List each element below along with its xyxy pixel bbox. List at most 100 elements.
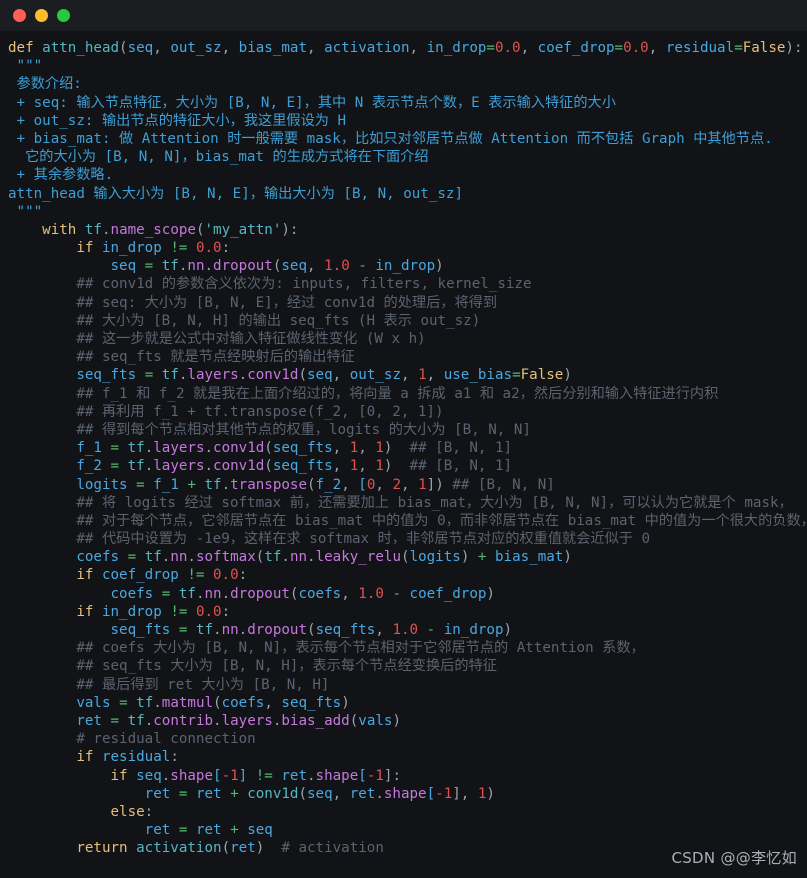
- code-token: +: [230, 785, 248, 802]
- code-token: ): [341, 694, 350, 711]
- code-token: -: [426, 622, 444, 638]
- code-token: [: [358, 767, 367, 784]
- code-token: ],: [452, 785, 478, 802]
- code-token: # activation: [264, 840, 384, 857]
- code-token: .: [375, 785, 384, 802]
- code-token: nn: [289, 549, 308, 566]
- code-token: conv1d: [247, 785, 299, 802]
- code-line: 参数介绍:: [0, 75, 807, 93]
- code-token: if: [76, 603, 102, 620]
- code-token: ret: [195, 822, 231, 839]
- code-line: if in_drop != 0.0:: [0, 239, 807, 257]
- code-line: # residual connection: [0, 730, 807, 748]
- code-token: use_bias: [443, 367, 513, 384]
- maximize-window-button[interactable]: [57, 9, 70, 22]
- code-token: seq: [127, 40, 154, 56]
- code-token: layers: [153, 440, 205, 457]
- code-token: ,: [341, 585, 359, 602]
- code-token: !=: [170, 240, 196, 257]
- code-line: + seq: 输入节点特征，大小为 [B, N, E]，其中 N 表示节点个数，…: [0, 94, 807, 112]
- code-token: seq: [136, 767, 162, 784]
- code-content-area[interactable]: def attn_head(seq, out_sz, bias_mat, act…: [0, 31, 807, 878]
- code-token: if: [76, 240, 102, 257]
- close-window-button[interactable]: [13, 9, 26, 22]
- code-line: if seq.shape[-1] != ret.shape[-1]:: [0, 767, 807, 785]
- code-token: .: [161, 767, 171, 784]
- code-token: in_drop: [426, 40, 487, 56]
- code-token: -: [392, 585, 410, 602]
- code-token: 1.0: [392, 622, 427, 638]
- code-line: f_2 = tf.layers.conv1d(seq_fts, 1, 1) ##…: [0, 457, 807, 475]
- code-token: ,: [648, 40, 666, 56]
- code-line: ## seq: 大小为 [B, N, E]，经过 conv1d 的处理后，将得到: [0, 294, 807, 312]
- code-token: activation: [324, 40, 410, 56]
- code-token: ,: [332, 367, 350, 384]
- code-token: else: [110, 803, 145, 820]
- code-token: .: [187, 549, 196, 566]
- code-token: tf: [204, 476, 222, 493]
- code-line: ret = ret + conv1d(seq, ret.shape[-1], 1…: [0, 785, 807, 803]
- code-token: f_1: [76, 440, 111, 457]
- minimize-window-button[interactable]: [35, 9, 48, 22]
- code-line: ## coefs 大小为 [B, N, N]，表示每个节点相对于它邻居节点的 A…: [0, 639, 807, 657]
- code-token: ):: [785, 40, 803, 56]
- code-token: =: [110, 458, 128, 475]
- code-line: ## 这一步就是公式中对输入特征做线性变化 (W x h): [0, 330, 807, 348]
- code-token: seq_fts: [76, 367, 145, 384]
- code-token: coef_drop: [537, 40, 615, 56]
- code-token: logits: [76, 476, 137, 493]
- code-token: 1: [418, 367, 427, 384]
- code-token: .: [144, 712, 154, 729]
- code-token: in_drop: [443, 622, 504, 638]
- code-token: tf: [127, 440, 145, 457]
- code-token: ,: [358, 440, 376, 457]
- code-line: attn_head 输入大小为 [B, N, E]，输出大小为 [B, N, o…: [0, 185, 807, 203]
- code-token: +: [187, 476, 205, 493]
- code-token: (: [195, 221, 205, 238]
- code-line: seq_fts = tf.layers.conv1d(seq, out_sz, …: [0, 366, 807, 384]
- code-token: ,: [401, 476, 419, 493]
- code-line: if residual:: [0, 748, 807, 766]
- code-token: 0.0: [213, 567, 239, 584]
- code-token: nn: [170, 549, 188, 566]
- code-token: !=: [187, 567, 214, 584]
- code-token: nn: [187, 258, 205, 275]
- code-token: tf: [84, 221, 102, 238]
- code-token: =: [486, 40, 495, 56]
- code-line: 它的大小为 [B, N, N]，bias_mat 的生成方式将在下面介绍: [0, 148, 807, 166]
- code-token: tf: [264, 549, 282, 566]
- code-token: 0.0: [195, 240, 222, 257]
- code-token: if: [110, 767, 137, 784]
- code-token: (: [264, 440, 273, 457]
- code-token: + bias_mat: 做 Attention 时一般需要 mask，比如只对邻…: [16, 130, 773, 147]
- code-line: logits = f_1 + tf.transpose(f_2, [0, 2, …: [0, 476, 807, 494]
- code-token: =: [119, 694, 137, 711]
- code-token: ## [B, N, 1]: [392, 440, 513, 457]
- code-token: (: [307, 476, 316, 493]
- code-token: [: [213, 767, 222, 784]
- code-token: tf: [161, 367, 179, 384]
- code-line: seq_fts = tf.nn.dropout(seq_fts, 1.0 - i…: [0, 621, 807, 639]
- code-token: :: [238, 567, 248, 584]
- code-token: ,: [358, 458, 376, 475]
- code-token: ,: [332, 440, 350, 457]
- code-token: if: [76, 567, 102, 584]
